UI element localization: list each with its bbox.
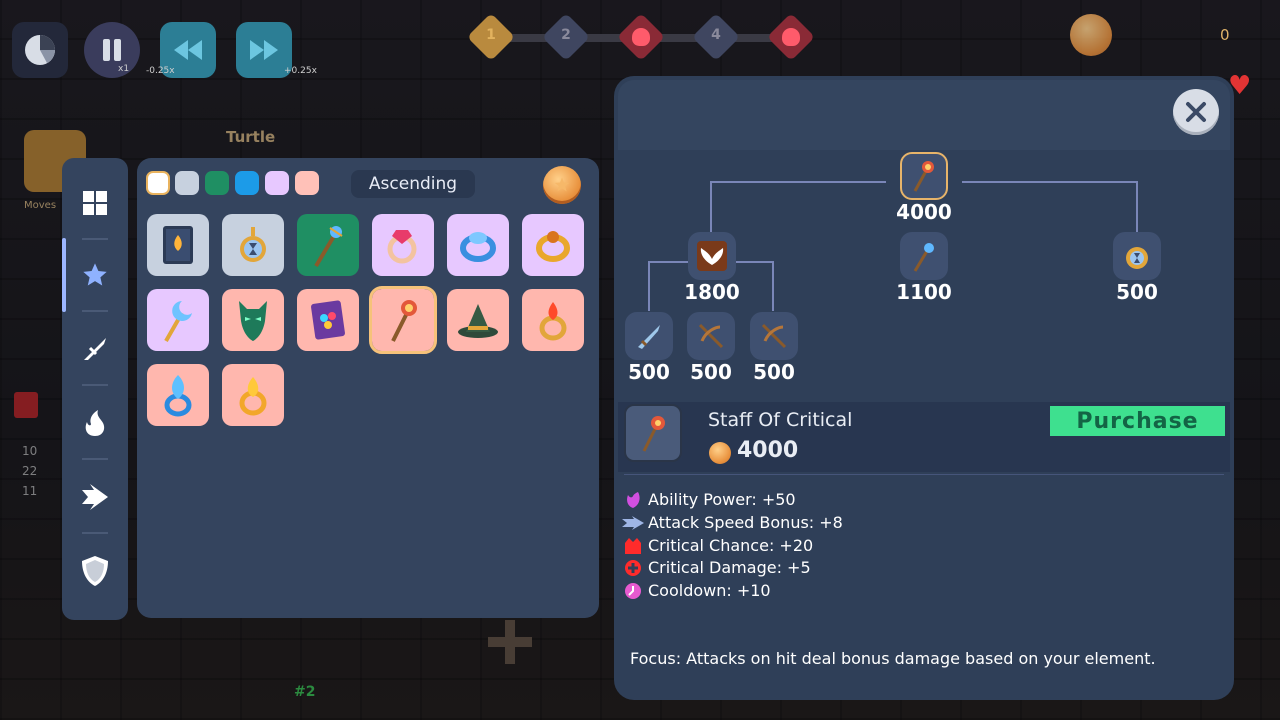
tree-node-crossbow[interactable] xyxy=(750,312,798,360)
wave-label-1: 1 xyxy=(486,27,496,43)
stat-label: Critical Damage: +5 xyxy=(648,558,811,577)
stat-cooldown: Cooldown: +10 xyxy=(622,581,771,600)
tree-connector xyxy=(1136,181,1138,233)
filter-white[interactable] xyxy=(146,171,170,195)
tree-node-winged-tome[interactable] xyxy=(688,232,736,280)
item-gem-tome[interactable] xyxy=(297,289,359,351)
stat-label: Critical Chance: +20 xyxy=(648,536,814,555)
currency-button[interactable] xyxy=(543,166,581,204)
item-flame-ring[interactable] xyxy=(222,364,284,426)
shield-icon[interactable] xyxy=(76,552,114,590)
item-hourglass-amulet[interactable] xyxy=(222,214,284,276)
rewind-speed-label: -0.25x xyxy=(146,66,175,76)
item-ruby-ring[interactable] xyxy=(372,214,434,276)
speed-label: x1 xyxy=(118,64,130,74)
attack-speed-icon xyxy=(622,514,644,532)
sidebar-divider xyxy=(82,384,108,386)
item-sapphire-ring[interactable] xyxy=(447,214,509,276)
pause-icon xyxy=(103,39,121,61)
sword-icon[interactable] xyxy=(76,330,114,368)
item-gold-ring[interactable] xyxy=(522,214,584,276)
tree-price-leaf-3: 500 xyxy=(753,360,795,384)
filter-green[interactable] xyxy=(205,171,229,195)
sidebar-divider xyxy=(82,238,108,240)
tree-connector xyxy=(710,181,886,183)
wave-label-2: 2 xyxy=(561,27,571,43)
coin-icon xyxy=(709,442,731,464)
item-moon-staff[interactable] xyxy=(147,289,209,351)
gold-count: 0 xyxy=(1220,26,1230,44)
sidebar-divider xyxy=(82,310,108,312)
tree-connector xyxy=(772,261,774,311)
detail-header xyxy=(618,80,1230,150)
flame-icon[interactable] xyxy=(76,404,114,442)
stat-crit-damage: Critical Damage: +5 xyxy=(622,558,811,577)
arrow-icon[interactable] xyxy=(76,478,114,516)
tree-node-blue-staff[interactable] xyxy=(900,232,948,280)
coin-star-icon xyxy=(554,177,570,192)
item-blue-staff[interactable] xyxy=(297,214,359,276)
tree-node-hourglass-amulet[interactable] xyxy=(1113,232,1161,280)
pie-chart-icon xyxy=(25,35,55,65)
rewind-icon xyxy=(174,40,202,60)
wave-label-4: 4 xyxy=(711,27,721,43)
tree-connector xyxy=(962,181,1138,183)
tree-price-mid-3: 500 xyxy=(1116,280,1158,304)
item-shop-panel: Ascending xyxy=(137,158,599,618)
stat-attack-speed: Attack Speed Bonus: +8 xyxy=(622,513,843,532)
gold-coin-icon xyxy=(1070,14,1112,56)
item-frost-ring[interactable] xyxy=(147,364,209,426)
tree-node-crossbow[interactable] xyxy=(687,312,735,360)
tree-price-root: 4000 xyxy=(896,200,952,224)
tree-connector xyxy=(710,181,712,233)
item-staff-of-critical[interactable] xyxy=(369,286,437,354)
crit-chance-icon xyxy=(622,537,644,555)
tree-price-mid-1: 1800 xyxy=(684,280,740,304)
filter-pink[interactable] xyxy=(295,171,319,195)
sidebar-divider xyxy=(82,458,108,460)
stat-label: Attack Speed Bonus: +8 xyxy=(648,513,843,532)
skull-icon xyxy=(632,28,650,46)
star-icon[interactable] xyxy=(76,256,114,294)
ability-power-icon xyxy=(622,491,644,509)
forward-speed-label: +0.25x xyxy=(284,66,317,76)
grid-icon[interactable] xyxy=(76,184,114,222)
pause-button[interactable] xyxy=(84,22,140,78)
stat-label: Ability Power: +50 xyxy=(648,490,796,509)
purchase-button[interactable]: Purchase xyxy=(1050,406,1225,436)
cooldown-icon xyxy=(622,582,644,600)
skull-icon xyxy=(782,28,800,46)
item-demon-mask[interactable] xyxy=(222,289,284,351)
stat-ability-power: Ability Power: +50 xyxy=(622,490,796,509)
stats-divider xyxy=(624,474,1224,475)
sidebar-divider xyxy=(82,532,108,534)
filter-blue[interactable] xyxy=(235,171,259,195)
category-sidebar xyxy=(62,158,128,620)
item-fire-ring[interactable] xyxy=(522,289,584,351)
stat-crit-chance: Critical Chance: +20 xyxy=(622,536,813,555)
tree-node-sword[interactable] xyxy=(625,312,673,360)
selected-item-icon xyxy=(624,404,682,462)
tree-price-mid-2: 1100 xyxy=(896,280,952,304)
active-indicator xyxy=(62,238,66,312)
sort-dropdown[interactable]: Ascending xyxy=(351,170,475,198)
item-spellbook[interactable] xyxy=(147,214,209,276)
filter-gray[interactable] xyxy=(175,171,199,195)
item-witch-hat[interactable] xyxy=(447,289,509,351)
fast-forward-icon xyxy=(250,40,278,60)
crit-damage-icon xyxy=(622,559,644,577)
tree-node-staff-of-critical[interactable] xyxy=(900,152,948,200)
stat-label: Cooldown: +10 xyxy=(648,581,771,600)
close-icon xyxy=(1186,102,1206,122)
selected-item-price: 4000 xyxy=(737,438,799,463)
tree-connector xyxy=(648,261,650,311)
selected-item-name: Staff Of Critical xyxy=(708,409,853,431)
item-detail-panel: 4000 1800 1100 500 500 500 500 Staff Of … xyxy=(614,76,1234,700)
focus-description: Focus: Attacks on hit deal bonus damage … xyxy=(630,649,1156,668)
stats-button[interactable] xyxy=(12,22,68,78)
close-button[interactable] xyxy=(1173,89,1219,135)
filter-purple[interactable] xyxy=(265,171,289,195)
